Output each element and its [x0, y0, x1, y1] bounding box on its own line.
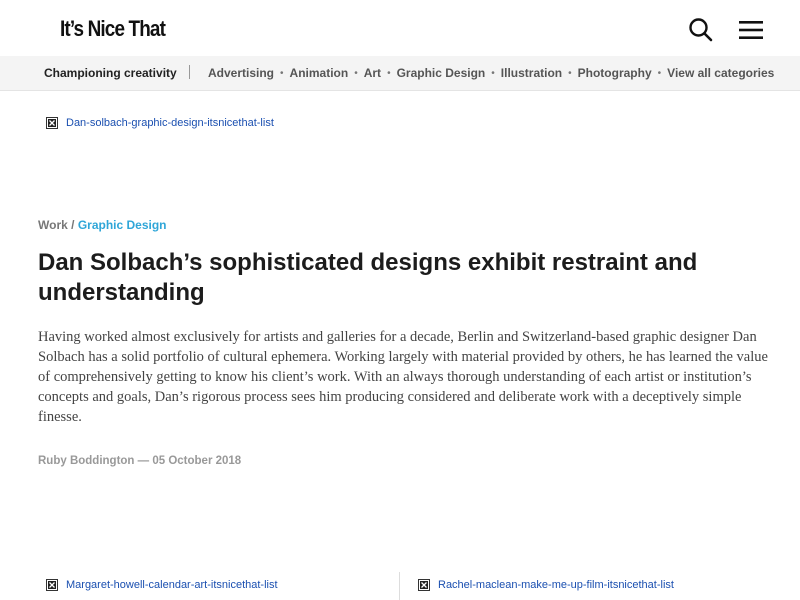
related-image-margaret-howell[interactable]: Margaret-howell-calendar-art-itsnicethat… — [46, 579, 278, 591]
nav-divider — [189, 65, 190, 79]
nav-item-graphic-design[interactable]: Graphic Design — [397, 66, 486, 80]
related-divider — [399, 572, 400, 600]
article-intro: Having worked almost exclusively for art… — [38, 329, 768, 425]
broken-image-icon — [46, 117, 58, 129]
category-nav: Championing creativity Advertising • Ani… — [0, 56, 800, 91]
nav-item-illustration[interactable]: Illustration — [501, 66, 562, 80]
nav-dot: • — [387, 67, 391, 79]
breadcrumb-work[interactable]: Work — [38, 218, 68, 232]
nav-dot: • — [491, 67, 495, 79]
nav-dot: • — [354, 67, 358, 79]
related-image-alt: Rachel-maclean-make-me-up-film-itsniceth… — [438, 579, 674, 591]
hero-image[interactable]: Dan-solbach-graphic-design-itsnicethat-l… — [46, 117, 274, 129]
site-logo[interactable]: It’s Nice That — [60, 16, 166, 42]
breadcrumb: Work / Graphic Design — [38, 218, 167, 232]
breadcrumb-separator: / — [67, 218, 78, 232]
nav-item-advertising[interactable]: Advertising — [208, 66, 274, 80]
article-title: Dan Solbach’s sophisticated designs exhi… — [38, 249, 698, 306]
nav-item-photography[interactable]: Photography — [578, 66, 652, 80]
related-image-rachel-maclean[interactable]: Rachel-maclean-make-me-up-film-itsniceth… — [418, 579, 674, 591]
nav-dot: • — [568, 67, 572, 79]
broken-image-icon — [418, 579, 430, 591]
nav-categories: Advertising • Animation • Art • Graphic … — [208, 66, 774, 80]
related-image-alt: Margaret-howell-calendar-art-itsnicethat… — [66, 579, 278, 591]
nav-dot: • — [280, 67, 284, 79]
nav-tagline: Championing creativity — [44, 66, 177, 80]
nav-item-art[interactable]: Art — [364, 66, 381, 80]
hamburger-menu-icon[interactable] — [738, 18, 764, 42]
hero-image-alt: Dan-solbach-graphic-design-itsnicethat-l… — [66, 117, 274, 129]
article-byline: Ruby Boddington — 05 October 2018 — [38, 455, 242, 467]
search-icon[interactable] — [688, 17, 714, 43]
nav-dot: • — [657, 67, 662, 79]
site-header: It’s Nice That — [0, 0, 800, 56]
nav-item-animation[interactable]: Animation — [290, 66, 349, 80]
broken-image-icon — [46, 579, 58, 591]
breadcrumb-graphic-design[interactable]: Graphic Design — [78, 218, 167, 232]
nav-item-view-all[interactable]: View all categories — [667, 66, 774, 80]
